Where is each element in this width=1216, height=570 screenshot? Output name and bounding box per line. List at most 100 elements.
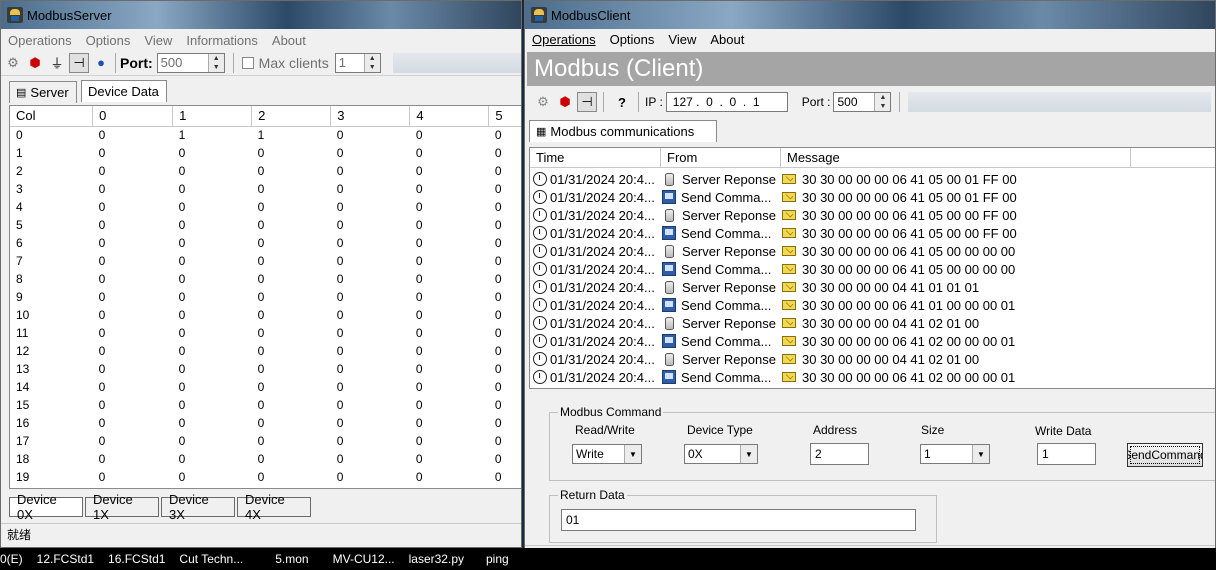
grid-header-3[interactable]: 3 [330,106,411,127]
table-row[interactable]: 14 0 0 0 0 0 0 [10,378,521,396]
taskbar-item[interactable]: Cut Techn... [179,552,243,566]
grid-cell[interactable]: 0 [173,378,252,396]
spin-arrows-icon[interactable]: ▲ ▼ [207,53,224,72]
grid-cell[interactable]: 0 [489,432,521,450]
grid-cell[interactable]: 0 [252,396,331,414]
grid-cell[interactable]: 0 [93,468,173,486]
grid-cell[interactable]: 0 [173,342,252,360]
log-row[interactable]: 01/31/2024 20:4... Send Comma... 30 30 00 … [530,188,1215,206]
log-row[interactable]: 01/31/2024 20:4... Send Comma... 30 30 00 … [530,296,1215,314]
log-row[interactable]: 01/31/2024 20:4... Server Reponse 30 30 00… [530,278,1215,296]
grid-header-col[interactable]: Col [10,106,94,127]
grid-cell[interactable]: 0 [173,414,252,432]
table-row[interactable]: 2000000 [10,162,521,180]
grid-cell[interactable]: 0 [331,270,410,288]
grid-cell[interactable]: 0 [93,324,173,342]
grid-cell[interactable]: 0 [489,414,521,432]
grid-cell[interactable]: 0 [410,450,489,468]
grid-cell[interactable]: 0 [489,180,521,198]
table-row[interactable]: 16 0 0 0 0 0 0 [10,414,521,432]
grid-header-4[interactable]: 4 [409,106,490,127]
grid-cell[interactable]: 0 [93,414,173,432]
taskbar-item[interactable]: 16.FCStd1 [108,552,165,566]
log-row[interactable]: 01/31/2024 20:4... Server Reponse 30 30 00… [530,350,1215,368]
table-row[interactable]: 18 0 0 0 0 0 0 [10,450,521,468]
taskbar-item[interactable]: 5.mon [275,552,308,566]
grid-cell[interactable]: 0 [489,162,521,180]
grid-cell[interactable]: 0 [173,216,252,234]
grid-cell[interactable]: 0 [93,432,173,450]
grid-cell[interactable]: 0 [331,450,410,468]
taskbar-item[interactable]: laser32.py [409,552,464,566]
menu-view[interactable]: View [137,33,179,48]
grid-cell[interactable]: 0 [173,324,252,342]
connect-icon[interactable]: ⚙ [533,92,553,112]
grid-cell[interactable]: 0 [252,360,331,378]
grid-cell[interactable]: 0 [489,378,521,396]
grid-cell[interactable]: 0 [410,126,489,144]
grid-cell[interactable]: 0 [410,306,489,324]
grid-header-0[interactable]: 0 [92,106,174,127]
grid-cell[interactable]: 0 [252,342,331,360]
menu-about[interactable]: About [265,33,313,48]
grid-cell[interactable]: 0 [410,432,489,450]
grid-cell[interactable]: 0 [252,414,331,432]
plug-icon[interactable]: ⏚ [47,53,67,73]
grid-cell[interactable]: 0 [252,180,331,198]
grid-cell[interactable]: 0 [252,252,331,270]
grid-cell[interactable]: 0 [93,378,173,396]
grid-cell[interactable]: 0 [331,360,410,378]
stop-icon[interactable]: ⬢ [555,92,575,112]
port-spinner[interactable]: 500 ▲ ▼ [156,52,225,73]
grid-cell[interactable]: 0 [489,198,521,216]
server-titlebar[interactable]: ModbusServer [1,1,521,29]
grid-cell[interactable]: 0 [410,360,489,378]
grid-cell[interactable]: 0 [173,162,252,180]
grid-cell[interactable]: 0 [173,396,252,414]
device-tab-1x[interactable]: Device 1X [85,492,159,522]
grid-cell[interactable]: 0 [331,468,410,486]
grid-cell[interactable]: 0 [489,360,521,378]
grid-cell[interactable]: 0 [93,234,173,252]
grid-cell[interactable]: 0 [489,396,521,414]
grid-cell[interactable]: 0 [93,288,173,306]
taskbar-item[interactable]: 0(E) [0,552,23,566]
grid-cell[interactable]: 0 [252,198,331,216]
grid-cell[interactable]: 0 [173,432,252,450]
grid-cell[interactable]: 0 [331,306,410,324]
grid-cell[interactable]: 0 [410,288,489,306]
grid-cell[interactable]: 0 [93,342,173,360]
grid-cell[interactable]: 0 [410,270,489,288]
grid-cell[interactable]: 0 [252,234,331,252]
grid-cell[interactable]: 1 [252,126,331,144]
grid-cell[interactable]: 0 [252,468,331,486]
spin-arrows-icon[interactable]: ▲ ▼ [363,53,380,72]
max-clients-checkbox[interactable] [241,56,254,69]
disconnect-plug-icon[interactable]: ⊣ [69,52,89,73]
grid-cell[interactable]: 0 [252,144,331,162]
grid-cell[interactable]: 0 [489,306,521,324]
chevron-down-icon[interactable]: ▼ [740,445,757,463]
grid-cell[interactable]: 0 [173,360,252,378]
table-row[interactable]: 12 0 0 0 0 0 0 [10,342,521,360]
grid-cell[interactable]: 0 [489,450,521,468]
tab-device-data[interactable]: Device Data [81,80,167,102]
table-row[interactable]: 11 0 0 0 0 0 0 [10,324,521,342]
grid-cell[interactable]: 1 [173,126,252,144]
grid-header-1[interactable]: 1 [172,106,253,127]
log-row[interactable]: 01/31/2024 20:4... Server Reponse 30 30 00… [530,170,1215,188]
grid-cell[interactable]: 0 [252,432,331,450]
grid-cell[interactable]: 0 [489,342,521,360]
table-row[interactable]: 6000000 [10,234,521,252]
help-icon[interactable]: ? [612,92,632,112]
size-select[interactable]: 1 ▼ [920,444,990,464]
grid-cell[interactable]: 0 [410,198,489,216]
grid-cell[interactable]: 0 [331,234,410,252]
log-header-time[interactable]: Time [530,148,661,167]
table-row[interactable]: 1000000 [10,144,521,162]
grid-cell[interactable]: 0 [410,162,489,180]
log-row[interactable]: 01/31/2024 20:4... Server Reponse 30 30 00… [530,206,1215,224]
spin-arrows-icon[interactable]: ▲ ▼ [874,93,891,111]
menu-options[interactable]: Options [603,32,662,47]
connect-icon[interactable]: ⚙ [3,53,23,73]
